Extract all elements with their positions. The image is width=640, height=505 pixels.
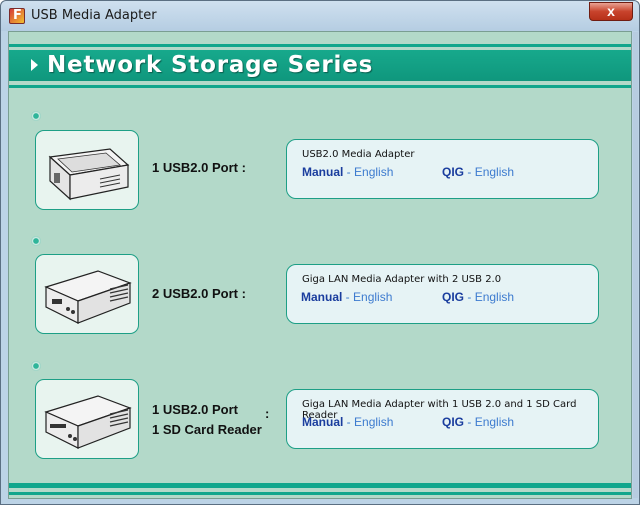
- title-bar[interactable]: USB Media Adapter x: [1, 1, 639, 31]
- link-separator: -: [343, 415, 355, 429]
- link-separator: -: [343, 165, 355, 179]
- qig-language-link[interactable]: English: [475, 415, 514, 429]
- manual-language-link[interactable]: English: [353, 290, 392, 304]
- manual-label[interactable]: Manual: [302, 415, 343, 429]
- manual-language-link[interactable]: English: [354, 415, 393, 429]
- port-description-line-2: 1 SD Card Reader: [152, 422, 262, 437]
- manual-link[interactable]: Manual - English: [302, 415, 393, 429]
- link-separator: -: [342, 290, 354, 304]
- manual-label[interactable]: Manual: [302, 165, 343, 179]
- qig-label[interactable]: QIG: [442, 415, 464, 429]
- product-info-box: USB2.0 Media Adapter Manual - English QI…: [286, 139, 599, 199]
- product-image-lan-adapter-2usb: [35, 254, 139, 334]
- qig-link[interactable]: QIG - English: [442, 290, 514, 304]
- page-title: Network Storage Series: [47, 52, 374, 78]
- link-separator: -: [464, 290, 475, 304]
- window-edge: [633, 32, 638, 498]
- window-title: USB Media Adapter: [31, 8, 157, 23]
- qig-link[interactable]: QIG - English: [442, 415, 514, 429]
- lan-adapter-device-icon: [44, 270, 132, 324]
- qig-label[interactable]: QIG: [442, 290, 464, 304]
- product-info-box: Giga LAN Media Adapter with 2 USB 2.0 Ma…: [286, 264, 599, 324]
- arrow-right-icon: [31, 59, 38, 71]
- usb-adapter-device-icon: [48, 148, 130, 201]
- product-title: USB2.0 Media Adapter: [302, 149, 415, 160]
- app-logo-icon: [9, 8, 25, 24]
- qig-link[interactable]: QIG - English: [442, 165, 514, 179]
- link-separator: -: [464, 415, 475, 429]
- product-image-usb-adapter: [35, 130, 139, 210]
- qig-language-link[interactable]: English: [475, 290, 514, 304]
- footer-divider-bottom: [9, 492, 631, 495]
- bullet-icon: [31, 236, 41, 246]
- footer-divider: [9, 483, 631, 488]
- manual-link[interactable]: Manual - English: [302, 165, 393, 179]
- app-window: USB Media Adapter x Network Storage Seri…: [0, 0, 640, 505]
- qig-language-link[interactable]: English: [475, 165, 514, 179]
- product-info-box: Giga LAN Media Adapter with 1 USB 2.0 an…: [286, 389, 599, 449]
- content-area: Network Storage Series 1 USB2.0 Port : U…: [8, 31, 632, 499]
- bullet-icon: [31, 361, 41, 371]
- header-divider-top: [9, 44, 631, 47]
- port-colon: :: [265, 406, 270, 421]
- sd-adapter-device-icon: [44, 395, 132, 449]
- manual-link[interactable]: Manual - English: [301, 290, 392, 304]
- header-banner: Network Storage Series: [9, 50, 631, 81]
- port-description: 1 USB2.0 Port :: [152, 160, 246, 175]
- link-separator: -: [464, 165, 475, 179]
- manual-language-link[interactable]: English: [354, 165, 393, 179]
- qig-label[interactable]: QIG: [442, 165, 464, 179]
- bullet-icon: [31, 111, 41, 121]
- port-description: 1 USB2.0 Port: [152, 402, 238, 417]
- product-title: Giga LAN Media Adapter with 2 USB 2.0: [302, 274, 502, 285]
- header-divider-bottom: [9, 85, 631, 88]
- product-image-lan-adapter-sd: [35, 379, 139, 459]
- close-button[interactable]: x: [589, 2, 633, 21]
- manual-label[interactable]: Manual: [301, 290, 342, 304]
- port-description: 2 USB2.0 Port :: [152, 286, 246, 301]
